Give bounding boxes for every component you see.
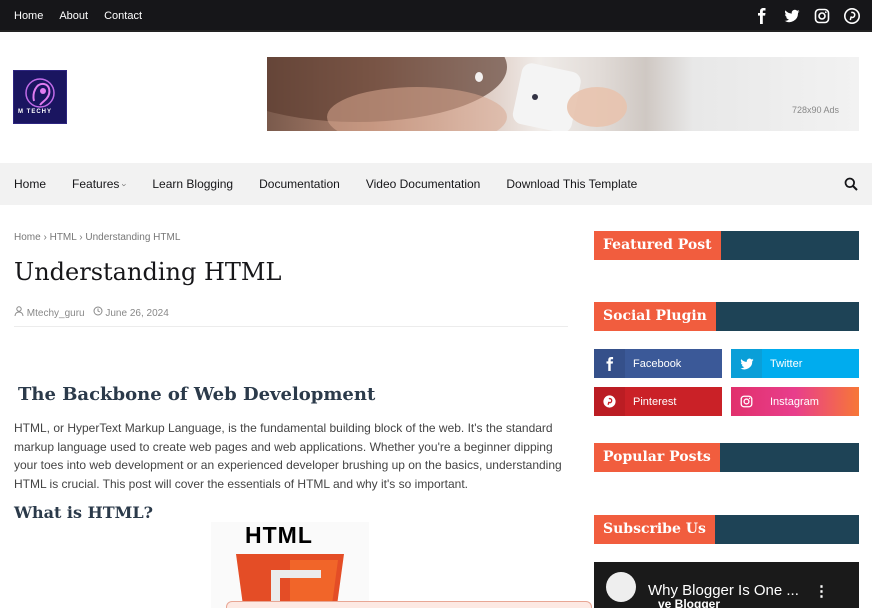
top-nav-contact[interactable]: Contact: [104, 10, 142, 22]
nav-video-documentation[interactable]: Video Documentation: [366, 177, 481, 191]
breadcrumb-html[interactable]: HTML: [50, 232, 77, 243]
intro-paragraph: HTML, or HyperText Markup Language, is t…: [14, 421, 562, 491]
breadcrumb-separator: ›: [79, 232, 83, 243]
main-nav: Home Features› Learn Blogging Documentat…: [0, 163, 872, 205]
nav-learn-blogging[interactable]: Learn Blogging: [152, 177, 233, 191]
logo-text: M TECHY: [18, 109, 52, 115]
user-icon: [14, 306, 27, 319]
social-button-label: Twitter: [770, 357, 803, 370]
breadcrumb: Home › HTML › Understanding HTML: [14, 232, 180, 243]
widget-popular-posts: Popular Posts: [594, 443, 859, 472]
top-nav: Home About Contact: [14, 10, 142, 22]
twitter-icon: [731, 349, 762, 378]
clock-icon: [93, 306, 106, 319]
ad-label: 728x90 Ads: [791, 105, 839, 115]
post-meta: Mtechy_guru June 26, 2024: [14, 306, 169, 319]
widget-title: Popular Posts: [594, 443, 720, 472]
section-heading: The Backbone of Web Development: [18, 384, 376, 405]
html-logo-image: HTML: [211, 522, 369, 608]
nav-features-label: Features: [72, 177, 120, 191]
social-button-label: Instagram: [770, 395, 819, 408]
social-button-label: Pinterest: [633, 395, 677, 408]
video-embed[interactable]: Why Blogger Is One ... ve Blogger ⋮: [594, 562, 859, 608]
facebook-icon[interactable]: [754, 8, 770, 24]
nav-home[interactable]: Home: [14, 177, 46, 191]
post-title: Understanding HTML: [14, 258, 282, 286]
more-vert-icon[interactable]: ⋮: [814, 582, 829, 600]
widget-featured-post: Featured Post: [594, 231, 859, 260]
top-social-icons: [754, 8, 860, 24]
site-logo[interactable]: M TECHY: [13, 70, 67, 124]
widget-subscribe-us: Subscribe Us: [594, 515, 859, 544]
nav-download-template[interactable]: Download This Template: [506, 177, 637, 191]
chevron-down-icon: ›: [119, 183, 130, 187]
social-button-twitter[interactable]: Twitter: [731, 349, 859, 378]
nav-documentation[interactable]: Documentation: [259, 177, 340, 191]
top-nav-home[interactable]: Home: [14, 10, 43, 22]
breadcrumb-current: Understanding HTML: [85, 232, 181, 243]
channel-avatar[interactable]: [606, 572, 636, 602]
social-button-label: Facebook: [633, 357, 682, 370]
widget-title: Subscribe Us: [594, 515, 715, 544]
author[interactable]: Mtechy_guru: [14, 306, 85, 319]
bottom-popup[interactable]: [226, 601, 592, 608]
post-date: June 26, 2024: [93, 306, 169, 319]
top-nav-about[interactable]: About: [59, 10, 88, 22]
widget-title: Social Plugin: [594, 302, 716, 331]
top-bar: Home About Contact: [0, 0, 872, 32]
video-subtitle: ve Blogger: [658, 597, 721, 608]
widget-title: Featured Post: [594, 231, 721, 260]
social-button-facebook[interactable]: Facebook: [594, 349, 722, 378]
social-button-instagram[interactable]: Instagram: [731, 387, 859, 416]
nav-features[interactable]: Features›: [72, 177, 130, 191]
meta-divider: [14, 326, 568, 327]
instagram-icon[interactable]: [814, 8, 830, 24]
widget-social-plugin: Social Plugin: [594, 302, 859, 331]
header-ad-banner[interactable]: 728x90 Ads: [267, 57, 859, 131]
pinterest-icon: [594, 387, 625, 416]
post-date-text: June 26, 2024: [105, 308, 169, 319]
social-button-pinterest[interactable]: Pinterest: [594, 387, 722, 416]
breadcrumb-home[interactable]: Home: [14, 232, 41, 243]
twitter-icon[interactable]: [784, 8, 800, 24]
breadcrumb-separator: ›: [43, 232, 47, 243]
search-icon[interactable]: [844, 177, 858, 191]
author-name: Mtechy_guru: [26, 308, 85, 319]
facebook-icon: [594, 349, 625, 378]
subheading-what-is-html: What is HTML?: [14, 503, 153, 522]
instagram-icon: [731, 387, 762, 416]
pinterest-icon[interactable]: [844, 8, 860, 24]
